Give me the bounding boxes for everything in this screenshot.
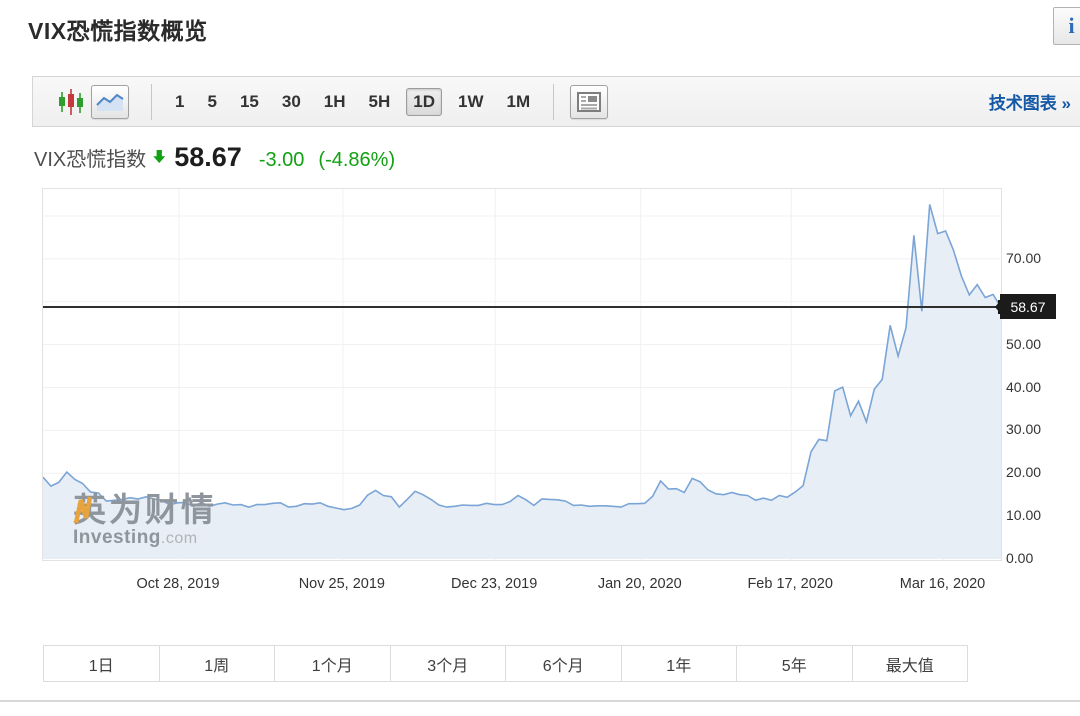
quote-row: VIX恐慌指数 58.67 -3.00 (-4.86%) [34,142,395,173]
x-axis: Oct 28, 2019 Nov 25, 2019 Dec 23, 2019 Jan … [42,576,1000,598]
watermark-accent-icon [73,493,93,527]
candlestick-chart-button[interactable] [57,85,85,119]
tech-chart-link[interactable]: 技术图表 » [989,89,1071,114]
widget-bottom-divider [0,700,1080,702]
range-button-6[interactable]: 5年 [737,646,853,681]
interval-button-5[interactable]: 5 [200,88,223,116]
interval-button-30[interactable]: 30 [275,88,308,116]
watermark-brand-en: Investing.com [73,528,217,548]
interval-button-15[interactable]: 15 [233,88,266,116]
toolbar-divider [151,84,152,120]
interval-button-1m[interactable]: 1M [499,88,537,116]
y-axis-label: 50.00 [1006,336,1041,352]
watermark: 英为财情 Investing.com [73,493,217,548]
range-button-3[interactable]: 3个月 [391,646,507,681]
range-button-4[interactable]: 6个月 [506,646,622,681]
interval-group: 15 15 30 1H 5H 1D 1W 1M [168,88,537,116]
range-button-0[interactable]: 1日 [44,646,160,681]
interval-button-1h[interactable]: 1H [317,88,353,116]
chart-toolbar: 15 15 30 1H 5H 1D 1W 1M 技术图表 » [32,76,1080,127]
info-icon: i [1068,15,1074,37]
y-axis-label: 40.00 [1006,379,1041,395]
interval-button-1w[interactable]: 1W [451,88,491,116]
toolbar-divider [553,84,554,120]
candlestick-chart-icon [57,88,85,116]
news-panel-icon [577,92,601,112]
range-button-2[interactable]: 1个月 [275,646,391,681]
last-price-line [43,306,1001,308]
interval-button-1d[interactable]: 1D [406,88,442,116]
chart-plot-area[interactable]: 英为财情 Investing.com [42,188,1002,561]
watermark-brand-cn: 英为财情 [73,493,217,528]
y-axis-label: 0.00 [1006,550,1033,566]
x-axis-label: Oct 28, 2019 [137,576,220,592]
page-title: VIX恐慌指数概览 [28,12,208,46]
range-button-7[interactable]: 最大值 [853,646,968,681]
price-change-percent: (-4.86%) [318,149,395,172]
interval-button-5h[interactable]: 5H [362,88,398,116]
interval-button-1[interactable]: 1 [168,88,191,116]
price-change: -3.00 [259,149,305,172]
y-axis-label: 20.00 [1006,464,1041,480]
last-price: 58.67 [174,142,242,173]
y-axis-label: 70.00 [1006,250,1041,266]
range-button-5[interactable]: 1年 [622,646,738,681]
range-button-bar: 1日1周1个月3个月6个月1年5年最大值 [43,645,968,682]
x-axis-label: Feb 17, 2020 [747,576,832,592]
x-axis-label: Nov 25, 2019 [299,576,385,592]
line-chart-icon [95,90,125,114]
line-chart-button[interactable] [91,85,129,119]
y-axis-label: 30.00 [1006,421,1041,437]
instrument-name: VIX恐慌指数 [34,143,146,172]
x-axis-label: Jan 20, 2020 [598,576,682,592]
x-axis-label: Dec 23, 2019 [451,576,537,592]
range-button-1[interactable]: 1周 [160,646,276,681]
y-axis-label: 10.00 [1006,507,1041,523]
last-price-badge: 58.67 [1000,294,1056,319]
vix-overview-widget: VIX恐慌指数概览 i 15 15 30 1H 5H 1D 1W 1M [0,0,1080,716]
down-arrow-icon [153,150,165,163]
info-button[interactable]: i [1053,7,1080,45]
y-axis: 70.0050.0040.0030.0020.0010.000.00 [1006,188,1078,559]
x-axis-label: Mar 16, 2020 [900,576,985,592]
news-panel-button[interactable] [570,85,608,119]
